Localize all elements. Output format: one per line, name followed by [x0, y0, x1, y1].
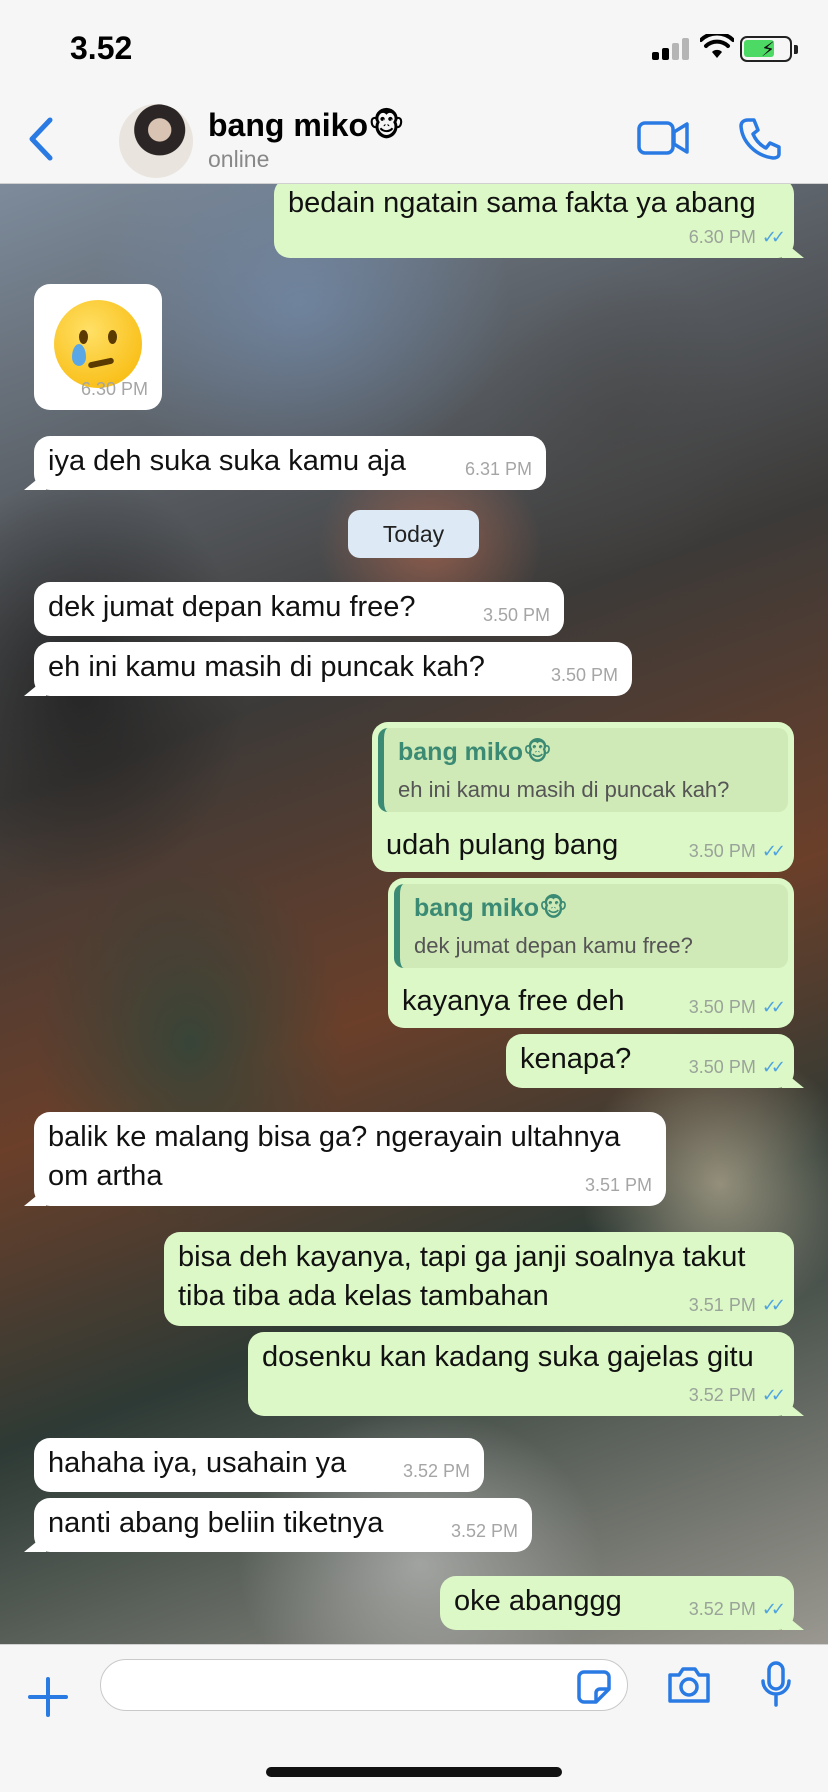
message-text: dek jumat depan kamu free? [48, 591, 416, 623]
message-incoming-emoji[interactable]: 6.30 PM [34, 284, 162, 410]
contact-status: online [208, 146, 270, 172]
message-incoming[interactable]: nanti abang beliin tiketnya 3.52 PM [34, 1498, 532, 1552]
message-outgoing[interactable]: kenapa? 3.50 PM ✓✓ [506, 1034, 794, 1088]
message-outgoing[interactable]: dosenku kan kadang suka gajelas gitu 3.5… [248, 1332, 794, 1416]
read-ticks-icon: ✓✓ [761, 841, 786, 862]
message-incoming[interactable]: balik ke malang bisa ga? ngerayain ultah… [34, 1112, 666, 1206]
message-text-line2: tiba tiba ada kelas tambahan [178, 1280, 549, 1312]
message-time: 3.51 PM [584, 1175, 652, 1196]
avatar[interactable] [119, 104, 193, 178]
read-ticks-icon: ✓✓ [761, 1599, 786, 1620]
message-text: nanti abang beliin tiketnya [48, 1507, 384, 1539]
message-text-line1: balik ke malang bisa ga? ngerayain ultah… [48, 1121, 621, 1153]
message-time: 6.31 PM [464, 459, 532, 480]
status-time: 3.52 [70, 30, 133, 66]
date-divider: Today [348, 510, 479, 558]
phone-call-icon[interactable] [738, 116, 782, 160]
message-time: 6.30 PM [80, 379, 148, 400]
message-text: kenapa? [520, 1043, 632, 1075]
message-text-line1: bisa deh kayanya, tapi ga janji soalnya … [178, 1241, 746, 1273]
quoted-message[interactable]: bang miko🐵 dek jumat depan kamu free? [394, 884, 788, 969]
message-time: 3.52 PM [688, 1599, 756, 1620]
message-time: 3.52 PM [688, 1385, 756, 1406]
message-time: 3.50 PM [688, 997, 756, 1018]
message-text: oke abanggg [454, 1585, 622, 1617]
message-outgoing[interactable]: bisa deh kayanya, tapi ga janji soalnya … [164, 1232, 794, 1326]
camera-icon[interactable] [666, 1665, 712, 1705]
microphone-icon[interactable] [760, 1661, 792, 1707]
read-ticks-icon: ✓✓ [761, 1385, 786, 1406]
message-text-line2: om artha [48, 1160, 163, 1192]
message-time: 3.52 PM [450, 1521, 518, 1542]
message-time: 6.30 PM [688, 227, 756, 248]
wifi-icon [700, 34, 734, 58]
message-text: eh ini kamu masih di puncak kah? [48, 651, 485, 683]
message-time: 3.50 PM [482, 605, 550, 626]
message-outgoing[interactable]: oke abanggg 3.52 PM ✓✓ [440, 1576, 794, 1630]
message-text: dosenku kan kadang suka gajelas gitu [262, 1341, 754, 1373]
quote-author: bang miko🐵 [414, 894, 568, 922]
plus-icon[interactable] [28, 1677, 68, 1717]
message-text: hahaha iya, usahain ya [48, 1447, 347, 1479]
quote-text: eh ini kamu masih di puncak kah? [398, 777, 730, 802]
read-ticks-icon: ✓✓ [761, 227, 786, 248]
message-input[interactable] [100, 1659, 628, 1711]
home-indicator[interactable] [266, 1767, 562, 1777]
message-text: kayanya free deh [402, 985, 625, 1017]
message-text: bedain ngatain sama fakta ya abang [288, 187, 756, 219]
battery-icon: ⚡ [740, 36, 798, 62]
read-ticks-icon: ✓✓ [761, 997, 786, 1018]
message-incoming[interactable]: dek jumat depan kamu free? 3.50 PM [34, 582, 564, 636]
status-bar: 3.52 ⚡ [0, 0, 828, 94]
quoted-message[interactable]: bang miko🐵 eh ini kamu masih di puncak k… [378, 728, 788, 813]
message-time: 3.52 PM [402, 1461, 470, 1482]
message-text: iya deh suka suka kamu aja [48, 445, 406, 477]
sticker-icon[interactable] [576, 1669, 612, 1705]
contact-name[interactable]: bang miko🐵 [208, 106, 405, 144]
message-outgoing-reply[interactable]: bang miko🐵 eh ini kamu masih di puncak k… [372, 722, 794, 872]
chat-area[interactable]: bedain ngatain sama fakta ya abang 6.30 … [0, 184, 828, 1644]
message-time: 3.50 PM [550, 665, 618, 686]
message-input-bar [0, 1644, 828, 1792]
back-chevron-icon[interactable] [22, 114, 62, 164]
read-ticks-icon: ✓✓ [761, 1057, 786, 1078]
message-time: 3.51 PM [688, 1295, 756, 1316]
message-text: udah pulang bang [386, 829, 619, 861]
message-incoming[interactable]: eh ini kamu masih di puncak kah? 3.50 PM [34, 642, 632, 696]
chat-header: bang miko🐵 online [0, 94, 828, 184]
message-time: 3.50 PM [688, 1057, 756, 1078]
message-outgoing-reply[interactable]: bang miko🐵 dek jumat depan kamu free? ka… [388, 878, 794, 1028]
read-ticks-icon: ✓✓ [761, 1295, 786, 1316]
message-time: 3.50 PM [688, 841, 756, 862]
cellular-signal-icon [652, 38, 692, 60]
message-outgoing[interactable]: bedain ngatain sama fakta ya abang 6.30 … [274, 184, 794, 258]
video-call-icon[interactable] [636, 118, 690, 158]
quote-author: bang miko🐵 [398, 738, 552, 766]
message-incoming[interactable]: hahaha iya, usahain ya 3.52 PM [34, 1438, 484, 1492]
message-incoming[interactable]: iya deh suka suka kamu aja 6.31 PM [34, 436, 546, 490]
crying-face-emoji-icon [54, 300, 142, 388]
quote-text: dek jumat depan kamu free? [414, 933, 693, 958]
